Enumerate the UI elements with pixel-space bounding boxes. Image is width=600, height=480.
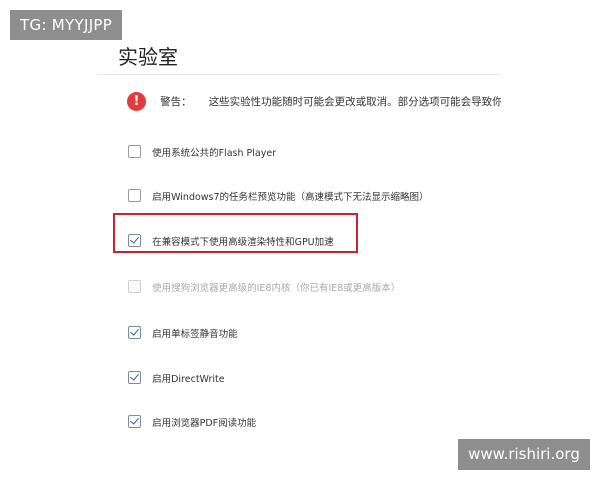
checkbox-ie8-kernel [128, 280, 141, 293]
exclamation-icon: ! [127, 92, 146, 111]
warning-banner: ! 警告： 这些实验性功能随时可能会更改或取消。部分选项可能会导致你的 [127, 91, 501, 113]
option-directwrite[interactable]: 启用DirectWrite [128, 367, 225, 385]
option-label: 使用搜狗浏览器更高级的IE8内核（你已有IE8或更高版本） [152, 282, 401, 294]
page-title: 实验室 [118, 45, 178, 69]
screenshot-stage: TG: MYYJJPP 实验室 ! 警告： 这些实验性功能随时可能会更改或取消。… [0, 0, 600, 480]
checkbox-directwrite[interactable] [128, 371, 141, 384]
option-flash-player[interactable]: 使用系统公共的Flash Player [128, 141, 277, 159]
option-label: 启用Windows7的任务栏预览功能（高速模式下无法显示缩略图） [152, 191, 429, 203]
option-label: 使用系统公共的Flash Player [152, 147, 277, 159]
option-label: 启用单标签静音功能 [152, 328, 238, 340]
warning-text: 这些实验性功能随时可能会更改或取消。部分选项可能会导致你的 [208, 96, 501, 108]
option-label: 启用浏览器PDF阅读功能 [152, 417, 257, 429]
option-pdf-reader[interactable]: 启用浏览器PDF阅读功能 [128, 411, 257, 429]
title-divider [98, 74, 501, 75]
option-win7-taskbar-preview[interactable]: 启用Windows7的任务栏预览功能（高速模式下无法显示缩略图） [128, 185, 429, 203]
option-ie8-kernel: 使用搜狗浏览器更高级的IE8内核（你已有IE8或更高版本） [128, 276, 401, 294]
option-gpu-acceleration[interactable]: 在兼容模式下使用高级渲染特性和GPU加速 [128, 230, 334, 248]
watermark-site: www.rishiri.org [458, 439, 590, 470]
checkbox-win7-taskbar-preview[interactable] [128, 189, 141, 202]
option-label: 启用DirectWrite [152, 373, 225, 385]
checkbox-tab-mute[interactable] [128, 326, 141, 339]
option-tab-mute[interactable]: 启用单标签静音功能 [128, 322, 238, 340]
checkbox-flash-player[interactable] [128, 145, 141, 158]
watermark-tg: TG: MYYJJPP [10, 10, 123, 40]
warning-label: 警告： [160, 96, 192, 108]
checkbox-pdf-reader[interactable] [128, 415, 141, 428]
option-label: 在兼容模式下使用高级渲染特性和GPU加速 [152, 236, 334, 248]
checkbox-gpu-acceleration[interactable] [128, 234, 141, 247]
